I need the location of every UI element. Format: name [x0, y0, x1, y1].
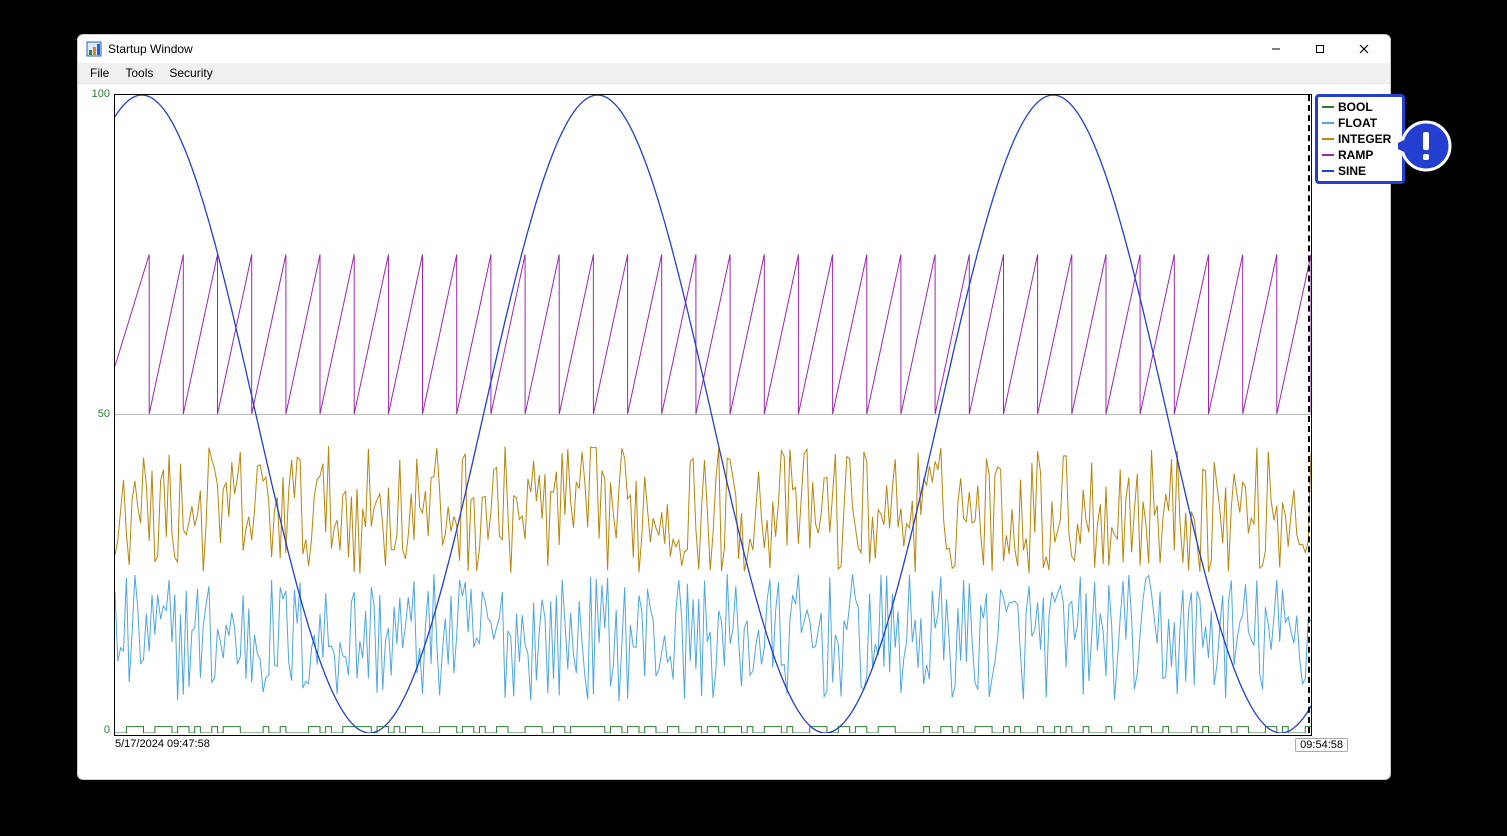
legend-swatch — [1322, 122, 1334, 124]
legend-label: SINE — [1338, 163, 1366, 179]
minimize-button[interactable] — [1254, 35, 1298, 63]
legend-item-integer[interactable]: INTEGER — [1322, 131, 1398, 147]
window-title: Startup Window — [108, 42, 193, 56]
y-axis-labels: 100 50 0 — [84, 94, 114, 734]
legend-swatch — [1322, 138, 1334, 140]
y-tick-label: 50 — [98, 408, 110, 420]
legend-item-bool[interactable]: BOOL — [1322, 99, 1398, 115]
maximize-button[interactable] — [1298, 35, 1342, 63]
legend-label: FLOAT — [1338, 115, 1377, 131]
series-ramp — [115, 255, 1311, 415]
series-integer — [115, 446, 1311, 573]
legend-label: BOOL — [1338, 99, 1373, 115]
series-float — [115, 574, 1311, 701]
legend-item-ramp[interactable]: RAMP — [1322, 147, 1398, 163]
menu-security[interactable]: Security — [161, 64, 220, 82]
legend-label: INTEGER — [1338, 131, 1391, 147]
menubar: File Tools Security — [78, 63, 1390, 84]
legend[interactable]: BOOL FLOAT INTEGER RAMP SINE — [1315, 94, 1405, 184]
x-end-label: 09:54:58 — [1295, 738, 1348, 752]
x-start-label: 5/17/2024 09:47:58 — [115, 738, 210, 750]
legend-item-sine[interactable]: SINE — [1322, 163, 1398, 179]
close-button[interactable] — [1342, 35, 1386, 63]
legend-item-float[interactable]: FLOAT — [1322, 115, 1398, 131]
menu-tools[interactable]: Tools — [117, 64, 161, 82]
app-window: Startup Window File Tools Security 100 5… — [77, 34, 1391, 780]
legend-label: RAMP — [1338, 147, 1373, 163]
series-bool — [115, 727, 1311, 733]
legend-swatch — [1322, 170, 1334, 172]
titlebar[interactable]: Startup Window — [78, 35, 1390, 63]
legend-swatch — [1322, 154, 1334, 156]
legend-swatch — [1322, 106, 1334, 108]
time-cursor[interactable] — [1308, 95, 1310, 733]
y-tick-label: 0 — [104, 724, 110, 736]
app-icon — [86, 41, 102, 57]
trend-chart[interactable]: 100 50 0 5/17/2024 09:47:58 09:54:58 BOO… — [84, 94, 1384, 754]
menu-file[interactable]: File — [82, 64, 117, 82]
y-tick-label: 100 — [92, 88, 110, 100]
plot-canvas[interactable] — [115, 95, 1311, 733]
annotation-callout-icon — [1398, 118, 1454, 174]
series-sine — [115, 95, 1311, 733]
